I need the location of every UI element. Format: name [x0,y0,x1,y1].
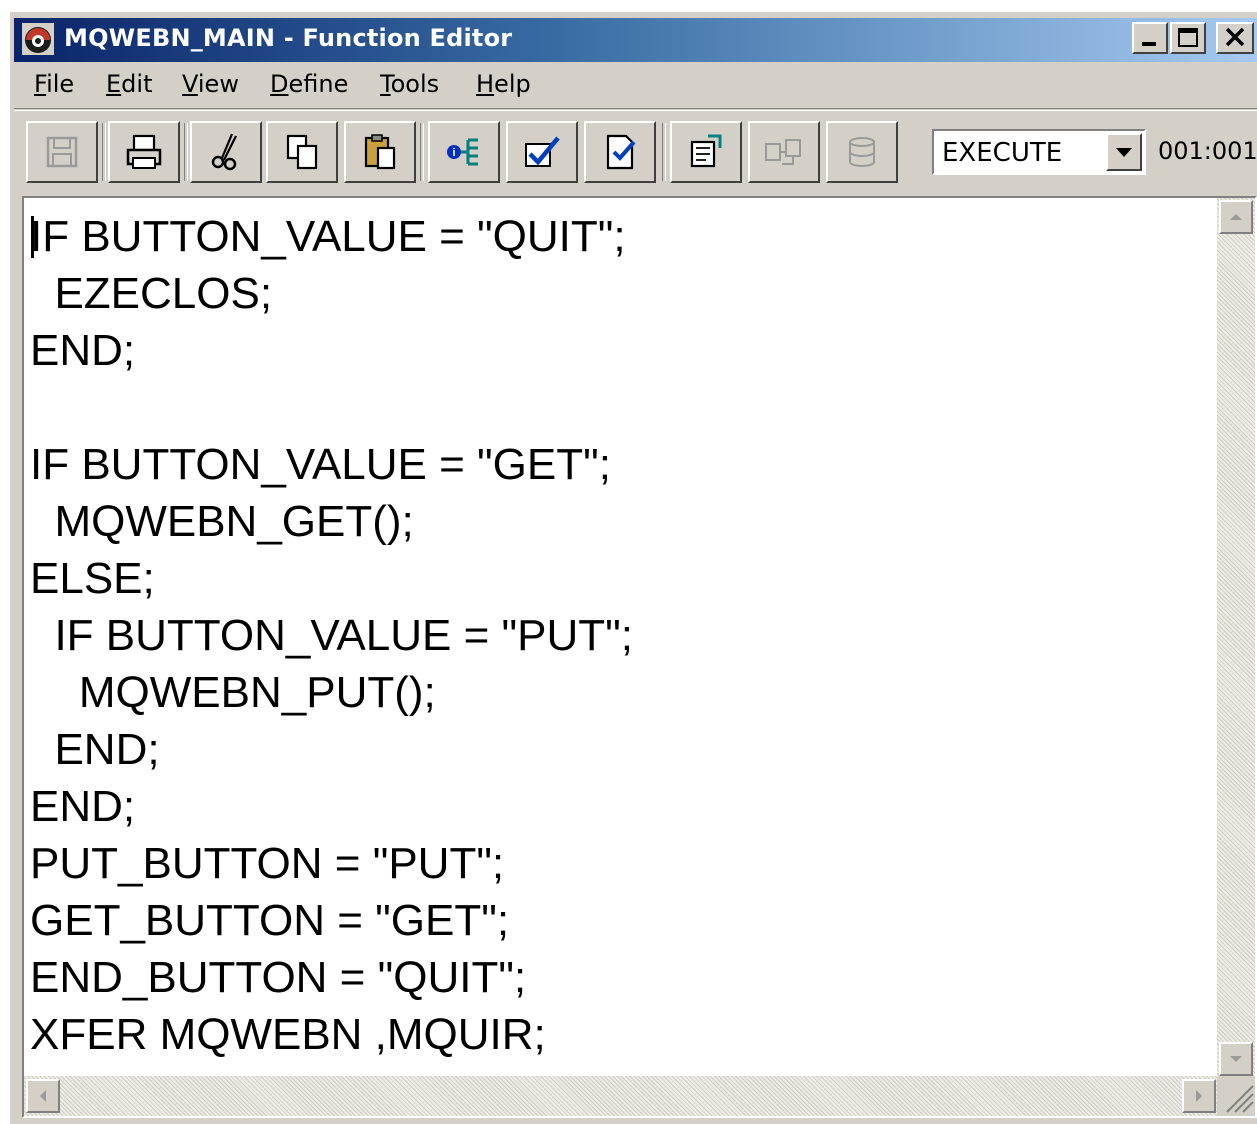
database-button[interactable] [826,121,898,183]
menu-edit-accel: E [106,70,122,98]
code-line[interactable]: ELSE; [30,554,155,604]
code-line[interactable]: IF BUTTON_VALUE = "PUT"; [30,611,633,661]
menu-bar: File Edit View Define Tools Help [14,64,1257,109]
resize-grip-icon [1226,1085,1254,1113]
database-icon [849,137,875,167]
menu-help[interactable]: Help [476,70,531,98]
menu-edit[interactable]: Edit [106,70,152,98]
save-button[interactable] [26,121,98,183]
chevron-left-icon [40,1090,46,1102]
menu-file[interactable]: File [34,70,74,98]
maximize-button[interactable] [1170,22,1206,54]
properties-icon [690,134,722,168]
chevron-up-icon [1230,214,1242,220]
function-type-value: EXECUTE [942,138,1063,168]
info-icon: i [447,138,478,166]
code-line[interactable]: END; [30,326,135,376]
paste-button[interactable] [344,121,416,183]
close-button[interactable] [1216,22,1254,54]
toolbar-separator [184,123,188,181]
code-line[interactable]: MQWEBN_GET(); [30,497,413,547]
chevron-down-icon [1116,148,1132,157]
code-line[interactable]: END_BUTTON = "QUIT"; [30,953,526,1003]
transfer-button[interactable] [748,121,820,183]
properties-button[interactable] [670,121,742,183]
menu-tools-label: ools [390,70,440,98]
menu-edit-label: dit [121,70,153,98]
scroll-down-button[interactable] [1219,1042,1253,1076]
check-icon [525,136,560,167]
transfer-icon [765,139,801,165]
menu-view-accel: V [182,70,198,98]
cursor-position: 001:001 [1158,137,1257,165]
scroll-up-button[interactable] [1219,200,1253,234]
save-icon [46,136,78,168]
copy-button[interactable] [266,121,338,183]
print-button[interactable] [108,121,180,183]
code-line[interactable]: EZECLOS; [30,269,272,319]
copy-icon [286,134,318,170]
menu-help-label: elp [494,70,531,98]
check-document-icon [606,134,636,170]
toolbar: i EXECUTE 001:001 [14,110,1257,193]
cut-icon [211,133,237,171]
menu-tools[interactable]: Tools [380,70,439,98]
toolbar-separator [662,123,666,181]
function-type-dropdown-button[interactable] [1106,133,1142,171]
toolbar-separator [102,123,106,181]
vertical-scrollbar[interactable] [1217,198,1255,1078]
code-line[interactable]: XFER MQWEBN ,MQUIR; [30,1010,546,1060]
menu-define-accel: D [270,70,289,98]
function-type-select[interactable]: EXECUTE [932,129,1146,175]
close-icon [1225,27,1245,47]
menu-file-label: ile [46,70,75,98]
print-icon [126,134,162,169]
code-line[interactable]: IF BUTTON_VALUE = "GET"; [30,440,611,490]
scroll-left-button[interactable] [26,1079,60,1113]
chevron-right-icon [1196,1090,1202,1102]
minimize-button[interactable] [1132,22,1168,54]
menu-file-accel: F [34,70,47,98]
menu-view[interactable]: View [182,70,239,98]
scroll-right-button[interactable] [1182,1079,1216,1113]
menu-view-label: iew [197,70,239,98]
svg-text:i: i [452,147,455,159]
menu-define-label: efine [288,70,349,98]
window-title: MQWEBN_MAIN - Function Editor [64,24,513,52]
function-editor-window: MQWEBN_MAIN - Function Editor File Edit … [8,10,1257,1124]
code-line[interactable]: PUT_BUTTON = "PUT"; [30,839,504,889]
resize-grip[interactable] [1217,1076,1255,1116]
code-editor[interactable]: IF BUTTON_VALUE = "QUIT"; EZECLOS; END; … [22,196,1257,1118]
code-line[interactable]: GET_BUTTON = "GET"; [30,896,509,946]
chevron-down-icon [1230,1056,1242,1062]
info-button[interactable]: i [428,121,500,183]
app-icon[interactable] [22,23,54,55]
code-line[interactable]: END; [30,725,159,775]
paste-icon [364,134,396,170]
menu-help-accel: H [476,70,495,98]
menu-tools-accel: T [380,70,391,98]
code-line[interactable]: IF BUTTON_VALUE = "QUIT"; [30,212,626,262]
cut-button[interactable] [190,121,262,183]
maximize-icon [1178,28,1198,47]
title-bar[interactable]: MQWEBN_MAIN - Function Editor [14,18,1257,62]
code-line[interactable]: MQWEBN_PUT(); [30,668,436,718]
horizontal-scrollbar[interactable] [24,1076,1219,1116]
code-line[interactable]: END; [30,782,135,832]
toolbar-separator [420,123,424,181]
check-button[interactable] [506,121,578,183]
menu-define[interactable]: Define [270,70,348,98]
minimize-icon [1142,42,1156,46]
check-document-button[interactable] [584,121,656,183]
